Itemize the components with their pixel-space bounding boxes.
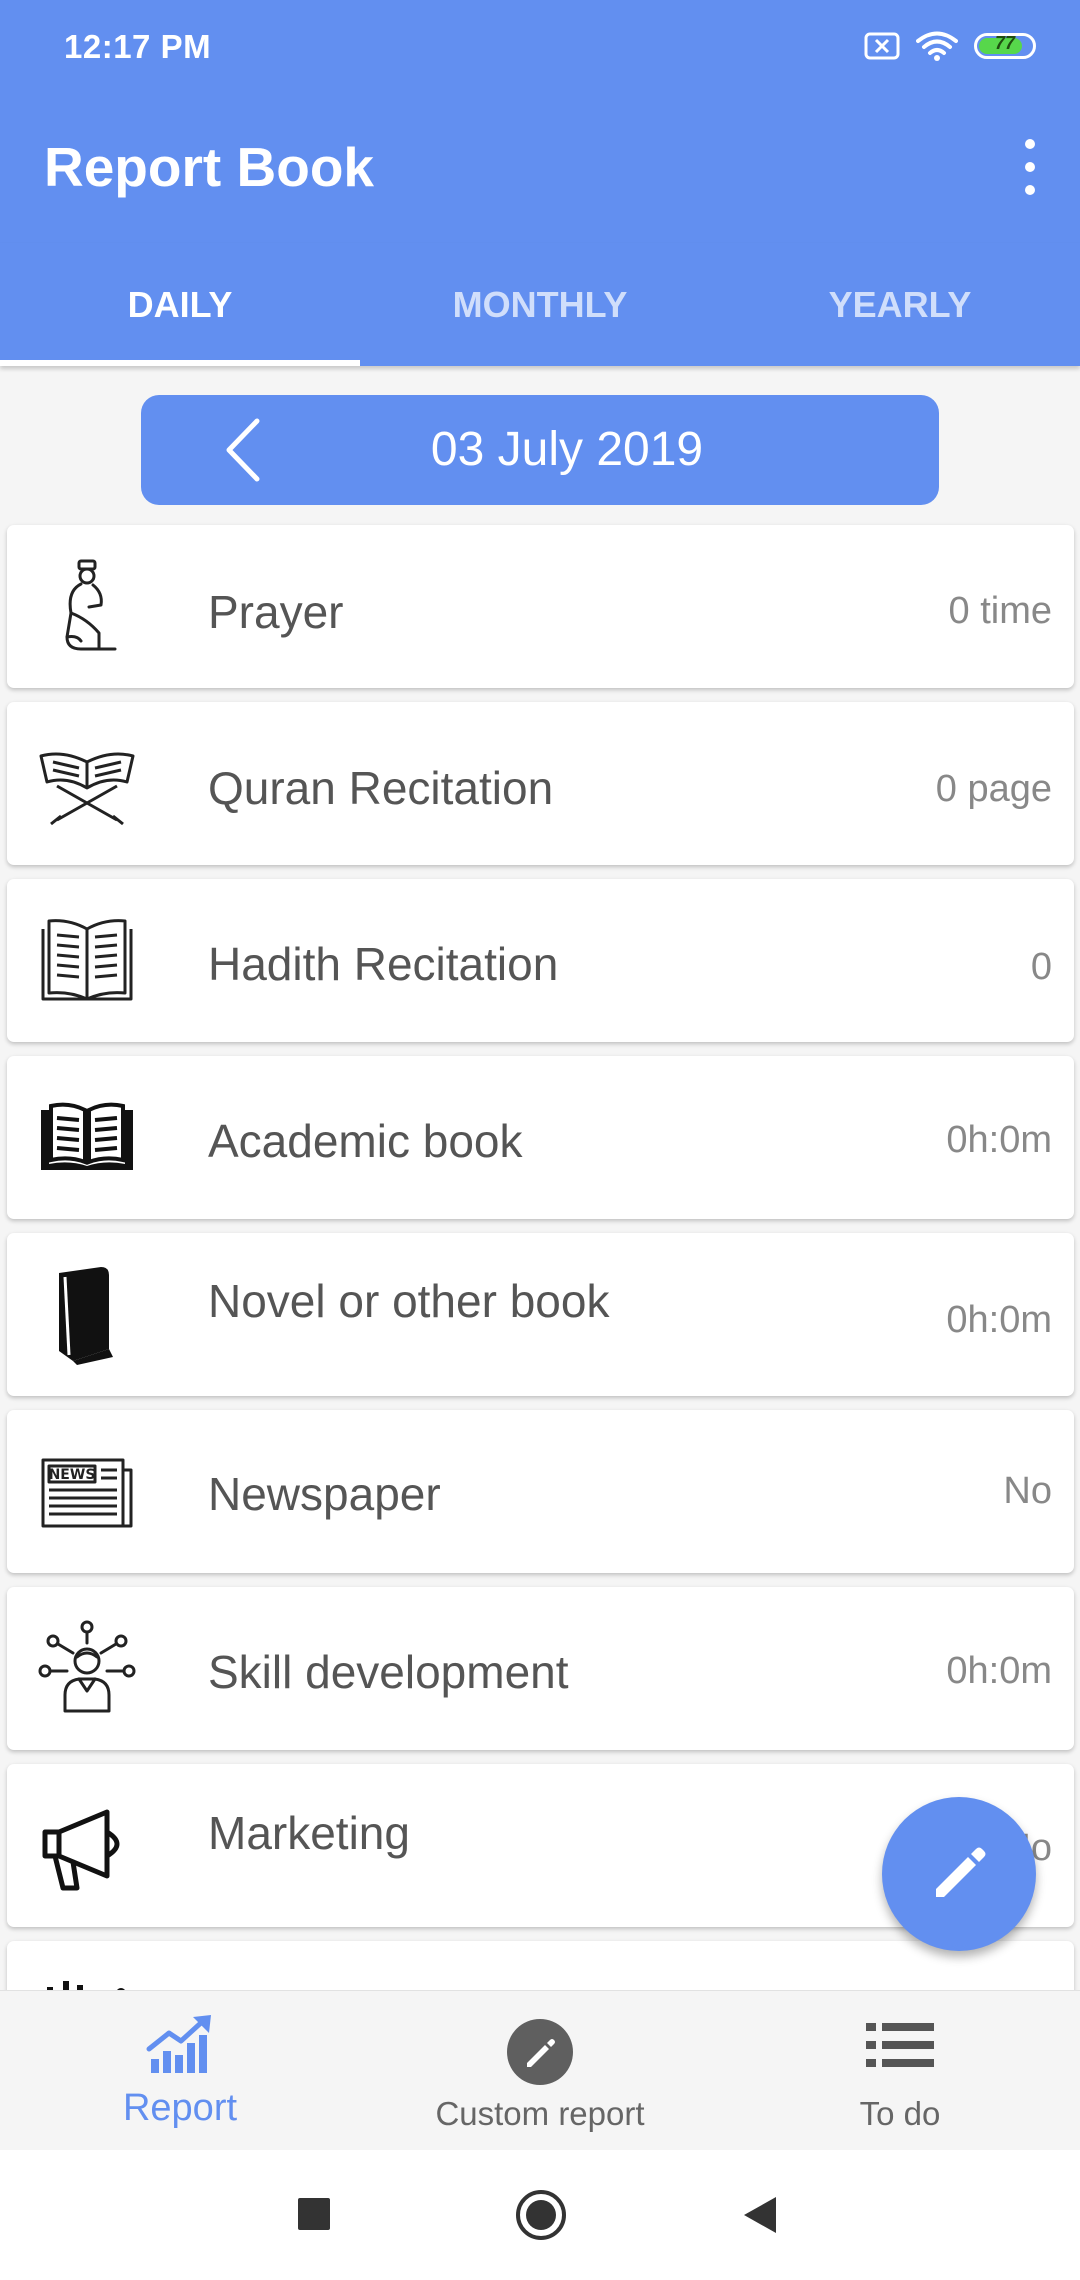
status-time: 12:17 PM	[64, 28, 212, 65]
nav-report[interactable]: Report	[0, 1991, 360, 2151]
item-label: Hadith Recitation	[208, 938, 559, 990]
item-value: 0 page	[935, 768, 1052, 810]
tab-bar: DAILY MONTHLY YEARLY	[0, 243, 1080, 366]
nav-label: To do	[859, 2095, 941, 2132]
newspaper-icon: NEWS	[37, 1442, 137, 1542]
newspaper-icon-text: NEWS	[49, 1467, 96, 1483]
app-bar: Report Book	[0, 95, 1080, 243]
closed-book-icon	[37, 1265, 137, 1365]
nav-label: Custom report	[435, 2095, 645, 2132]
chart-up-icon	[146, 2015, 211, 2073]
item-label: Academic book	[208, 1115, 523, 1167]
item-label: Marketing	[208, 1807, 410, 1859]
item-label: Newspaper	[208, 1468, 441, 1520]
app-title: Report Book	[44, 136, 374, 198]
list-item-hadith-recitation[interactable]: Hadith Recitation 0	[7, 879, 1074, 1042]
item-value: 0h:0m	[946, 1650, 1052, 1692]
megaphone-icon	[37, 1796, 137, 1896]
edit-circle-icon	[507, 2019, 573, 2085]
recents-icon[interactable]	[296, 2196, 332, 2232]
home-icon[interactable]	[515, 2189, 567, 2241]
item-value: No	[1003, 1470, 1052, 1512]
item-value: 0h:0m	[946, 1299, 1052, 1341]
nav-to-do[interactable]: To do	[720, 1991, 1080, 2151]
hadith-book-icon	[37, 911, 137, 1011]
nav-label: Report	[122, 2087, 238, 2129]
item-label: Skill development	[208, 1646, 569, 1698]
list-item-quran-recitation[interactable]: Quran Recitation 0 page	[7, 702, 1074, 865]
open-book-icon	[37, 1088, 137, 1188]
item-value: 0h:0m	[946, 1119, 1052, 1161]
battery-icon: 77	[974, 33, 1036, 59]
item-value: 0	[1030, 946, 1052, 988]
item-label: Quran Recitation	[208, 762, 554, 814]
nav-custom-report[interactable]: Custom report	[360, 1991, 720, 2151]
tab-indicator	[0, 360, 360, 366]
status-icons: 77	[864, 30, 1036, 62]
edit-fab[interactable]	[882, 1797, 1036, 1951]
tab-daily[interactable]: DAILY	[0, 243, 360, 366]
prayer-icon	[37, 557, 137, 657]
date-selector: 03 July 2019	[141, 395, 939, 505]
item-value: 0 time	[948, 590, 1052, 632]
sim-x-icon	[864, 32, 900, 60]
wifi-icon	[916, 31, 958, 61]
back-icon[interactable]	[742, 2195, 778, 2235]
list-item-novel-or-other-book[interactable]: Novel or other book 0h:0m	[7, 1233, 1074, 1396]
bottom-nav: Report Custom report To do	[0, 1990, 1080, 2151]
tab-monthly[interactable]: MONTHLY	[360, 243, 720, 366]
list-item-academic-book[interactable]: Academic book 0h:0m	[7, 1056, 1074, 1219]
more-vert-icon[interactable]	[1010, 137, 1050, 197]
list-icon	[866, 2023, 934, 2067]
system-nav-bar	[0, 2150, 1080, 2280]
item-label: Novel or other book	[208, 1275, 610, 1327]
item-label: Prayer	[208, 586, 344, 638]
status-bar: 12:17 PM 77	[0, 0, 1080, 95]
battery-text: 77	[994, 33, 1016, 53]
date-label[interactable]: 03 July 2019	[141, 422, 939, 477]
quran-icon	[37, 734, 137, 834]
list-item-newspaper[interactable]: NEWS Newspaper No	[7, 1410, 1074, 1573]
tab-yearly[interactable]: YEARLY	[720, 243, 1080, 366]
list-item-skill-development[interactable]: Skill development 0h:0m	[7, 1587, 1074, 1750]
list-item-prayer[interactable]: Prayer 0 time	[7, 525, 1074, 688]
pencil-icon	[936, 1847, 986, 1897]
skill-icon	[37, 1619, 137, 1719]
